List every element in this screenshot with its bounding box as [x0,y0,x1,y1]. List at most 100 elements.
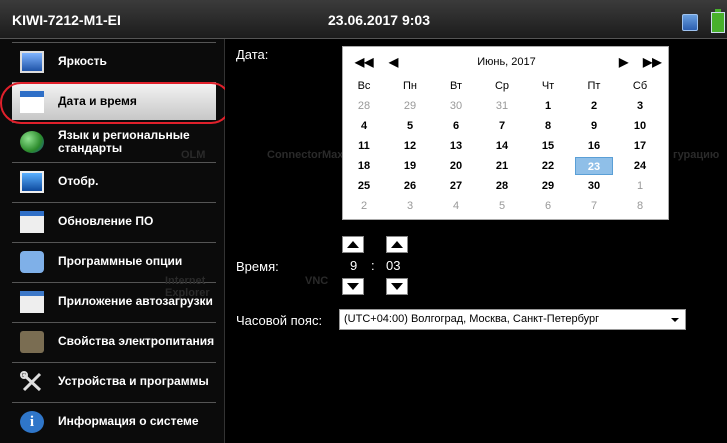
sidebar-item-devices[interactable]: Устройства и программы [12,362,216,400]
globe-icon [20,131,44,153]
calendar-day[interactable]: 7 [575,197,613,215]
time-separator: : [371,258,375,273]
calendar-day[interactable]: 4 [345,117,383,135]
sidebar-item-info[interactable]: i Информация о системе [12,402,216,440]
clock: 23.06.2017 9:03 [328,12,430,28]
calendar-day[interactable]: 3 [621,97,659,115]
tools-icon [20,371,44,393]
calendar-day[interactable]: 27 [437,177,475,195]
chevron-down-icon [671,318,679,322]
sidebar-item-label: Обновление ПО [58,214,154,228]
arrow-up-icon [391,241,403,248]
calendar-day[interactable]: 26 [391,177,429,195]
sidebar-item-label: Свойства электропитания [58,334,215,348]
calendar-day[interactable]: 28 [483,177,521,195]
calendar-day[interactable]: 8 [621,197,659,215]
calendar-day[interactable]: 1 [529,97,567,115]
calendar-day[interactable]: 3 [391,197,429,215]
calendar-day[interactable]: 12 [391,137,429,155]
calendar-day[interactable]: 11 [345,137,383,155]
weekday-header: Пн [403,80,417,92]
calendar-day[interactable]: 6 [529,197,567,215]
calendar-day[interactable]: 6 [437,117,475,135]
calendar-day[interactable]: 5 [483,197,521,215]
calendar-day[interactable]: 25 [345,177,383,195]
sidebar-item-label: Отобр. [58,174,99,188]
ghost-text: VNC [305,275,329,287]
sidebar-item-brightness[interactable]: Яркость [12,42,216,80]
minute-value[interactable]: 03 [386,258,400,273]
date-label: Дата: [236,47,269,62]
hour-value[interactable]: 9 [350,258,357,273]
calendar-day[interactable]: 16 [575,137,613,155]
sidebar-item-label: Информация о системе [58,414,199,428]
battery-icon[interactable] [711,9,725,33]
calendar-day[interactable]: 31 [483,97,521,115]
calendar-day[interactable]: 23 [575,157,613,175]
calendar-day[interactable]: 1 [621,177,659,195]
weekday-header: Вс [357,80,371,92]
arrow-down-icon [391,283,403,290]
sidebar-item-label: Устройства и программы [58,374,209,388]
display-icon [20,171,44,193]
info-icon: i [20,411,44,433]
sidebar-item-label: Дата и время [58,94,137,108]
hour-up-button[interactable] [342,236,364,253]
calendar-day[interactable]: 13 [437,137,475,155]
calendar-day[interactable]: 18 [345,157,383,175]
minute-down-button[interactable] [386,278,408,295]
weekday-header: Ср [494,80,510,92]
window-icon[interactable] [682,14,698,31]
next-year-button[interactable]: ▶▶ [643,55,661,69]
calendar-day[interactable]: 20 [437,157,475,175]
calendar-day[interactable]: 9 [575,117,613,135]
weekday-header: Пт [587,80,601,92]
calendar-day[interactable]: 17 [621,137,659,155]
calendar-day[interactable]: 8 [529,117,567,135]
calendar-day[interactable]: 30 [575,177,613,195]
calendar-day[interactable]: 14 [483,137,521,155]
calendar-day[interactable]: 15 [529,137,567,155]
calendar-day[interactable]: 4 [437,197,475,215]
title-bar: KIWI-7212-M1-EI 23.06.2017 9:03 [0,0,727,39]
sidebar-item-datetime[interactable]: Дата и время [12,82,216,120]
next-month-button[interactable]: ▶ [619,55,628,69]
calendar-day[interactable]: 30 [437,97,475,115]
calendar-day[interactable]: 10 [621,117,659,135]
sidebar-item-update[interactable]: Обновление ПО [12,202,216,240]
weekday-header: Сб [632,80,648,92]
puzzle-icon [20,251,44,273]
calendar-day[interactable]: 2 [575,97,613,115]
device-name: KIWI-7212-M1-EI [12,12,121,28]
ghost-text: Internet Explorer [165,275,210,299]
sidebar-item-display[interactable]: Отобр. [12,162,216,200]
arrow-up-icon [347,241,359,248]
date-picker-calendar: ◀◀ ◀ Июнь, 2017 ▶ ▶▶ Вс Пн Вт Ср Чт Пт Сб 28 29 3… [342,46,669,220]
power-icon [20,331,44,353]
sidebar-item-power[interactable]: Свойства электропитания [12,322,216,360]
calendar-day[interactable]: 5 [391,117,429,135]
calendar-day[interactable]: 29 [529,177,567,195]
sidebar-item-label: Яркость [58,54,107,68]
monitor-icon [20,51,44,73]
minute-up-button[interactable] [386,236,408,253]
calendar-day[interactable]: 24 [621,157,659,175]
ghost-text: гурацию [673,149,720,161]
download-icon [20,211,44,233]
calendar-day[interactable]: 29 [391,97,429,115]
calendar-day[interactable]: 2 [345,197,383,215]
timezone-value: (UTC+04:00) Волгоград, Москва, Санкт-Пет… [344,313,600,325]
calendar-day[interactable]: 28 [345,97,383,115]
hour-down-button[interactable] [342,278,364,295]
star-icon [20,291,44,313]
ghost-text: OLM [181,149,206,161]
arrow-down-icon [347,283,359,290]
calendar-day[interactable]: 21 [483,157,521,175]
timezone-label: Часовой пояс: [236,313,323,328]
calendar-day[interactable]: 19 [391,157,429,175]
calendar-day[interactable]: 7 [483,117,521,135]
calendar-day[interactable]: 22 [529,157,567,175]
weekday-header: Чт [541,80,555,92]
timezone-select[interactable]: (UTC+04:00) Волгоград, Москва, Санкт-Пет… [339,309,686,330]
time-label: Время: [236,259,279,274]
